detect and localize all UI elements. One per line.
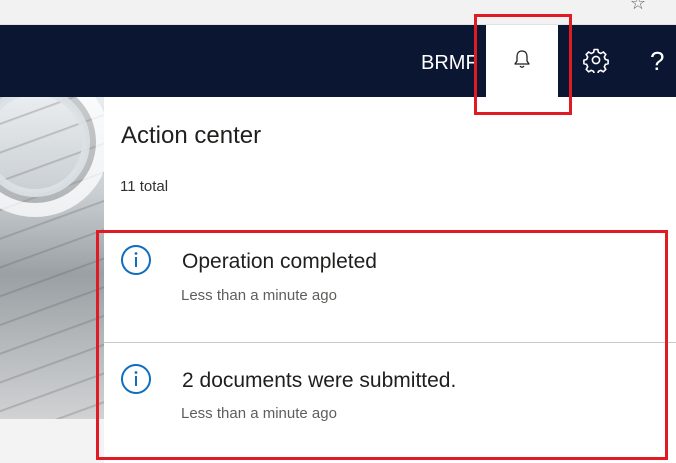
notification-count: 11 total xyxy=(120,178,169,195)
notification-item[interactable]: Operation completed Less than a minute a… xyxy=(104,230,676,340)
info-icon xyxy=(120,244,152,276)
bookmark-star-icon[interactable]: ☆ xyxy=(630,0,646,12)
notification-title: 2 documents were submitted. xyxy=(182,369,457,392)
notification-time: Less than a minute ago xyxy=(181,287,337,304)
top-navbar: BRMF ? xyxy=(0,25,676,97)
action-center-panel: Action center 11 total Operation complet… xyxy=(104,97,676,463)
settings-button[interactable] xyxy=(574,43,618,81)
background-image xyxy=(0,97,104,419)
panel-title: Action center xyxy=(121,122,262,149)
bell-icon xyxy=(511,48,533,75)
info-icon xyxy=(120,363,152,395)
company-picker[interactable]: BRMF xyxy=(421,50,485,76)
notifications-button[interactable] xyxy=(486,25,558,97)
help-button[interactable]: ? xyxy=(650,41,676,81)
notification-item[interactable]: 2 documents were submitted. Less than a … xyxy=(104,342,676,452)
notification-time: Less than a minute ago xyxy=(181,405,337,422)
browser-toolbar: ☆ xyxy=(0,0,676,25)
notification-title: Operation completed xyxy=(182,250,377,273)
gear-icon xyxy=(583,47,609,78)
background-strip xyxy=(0,419,104,463)
